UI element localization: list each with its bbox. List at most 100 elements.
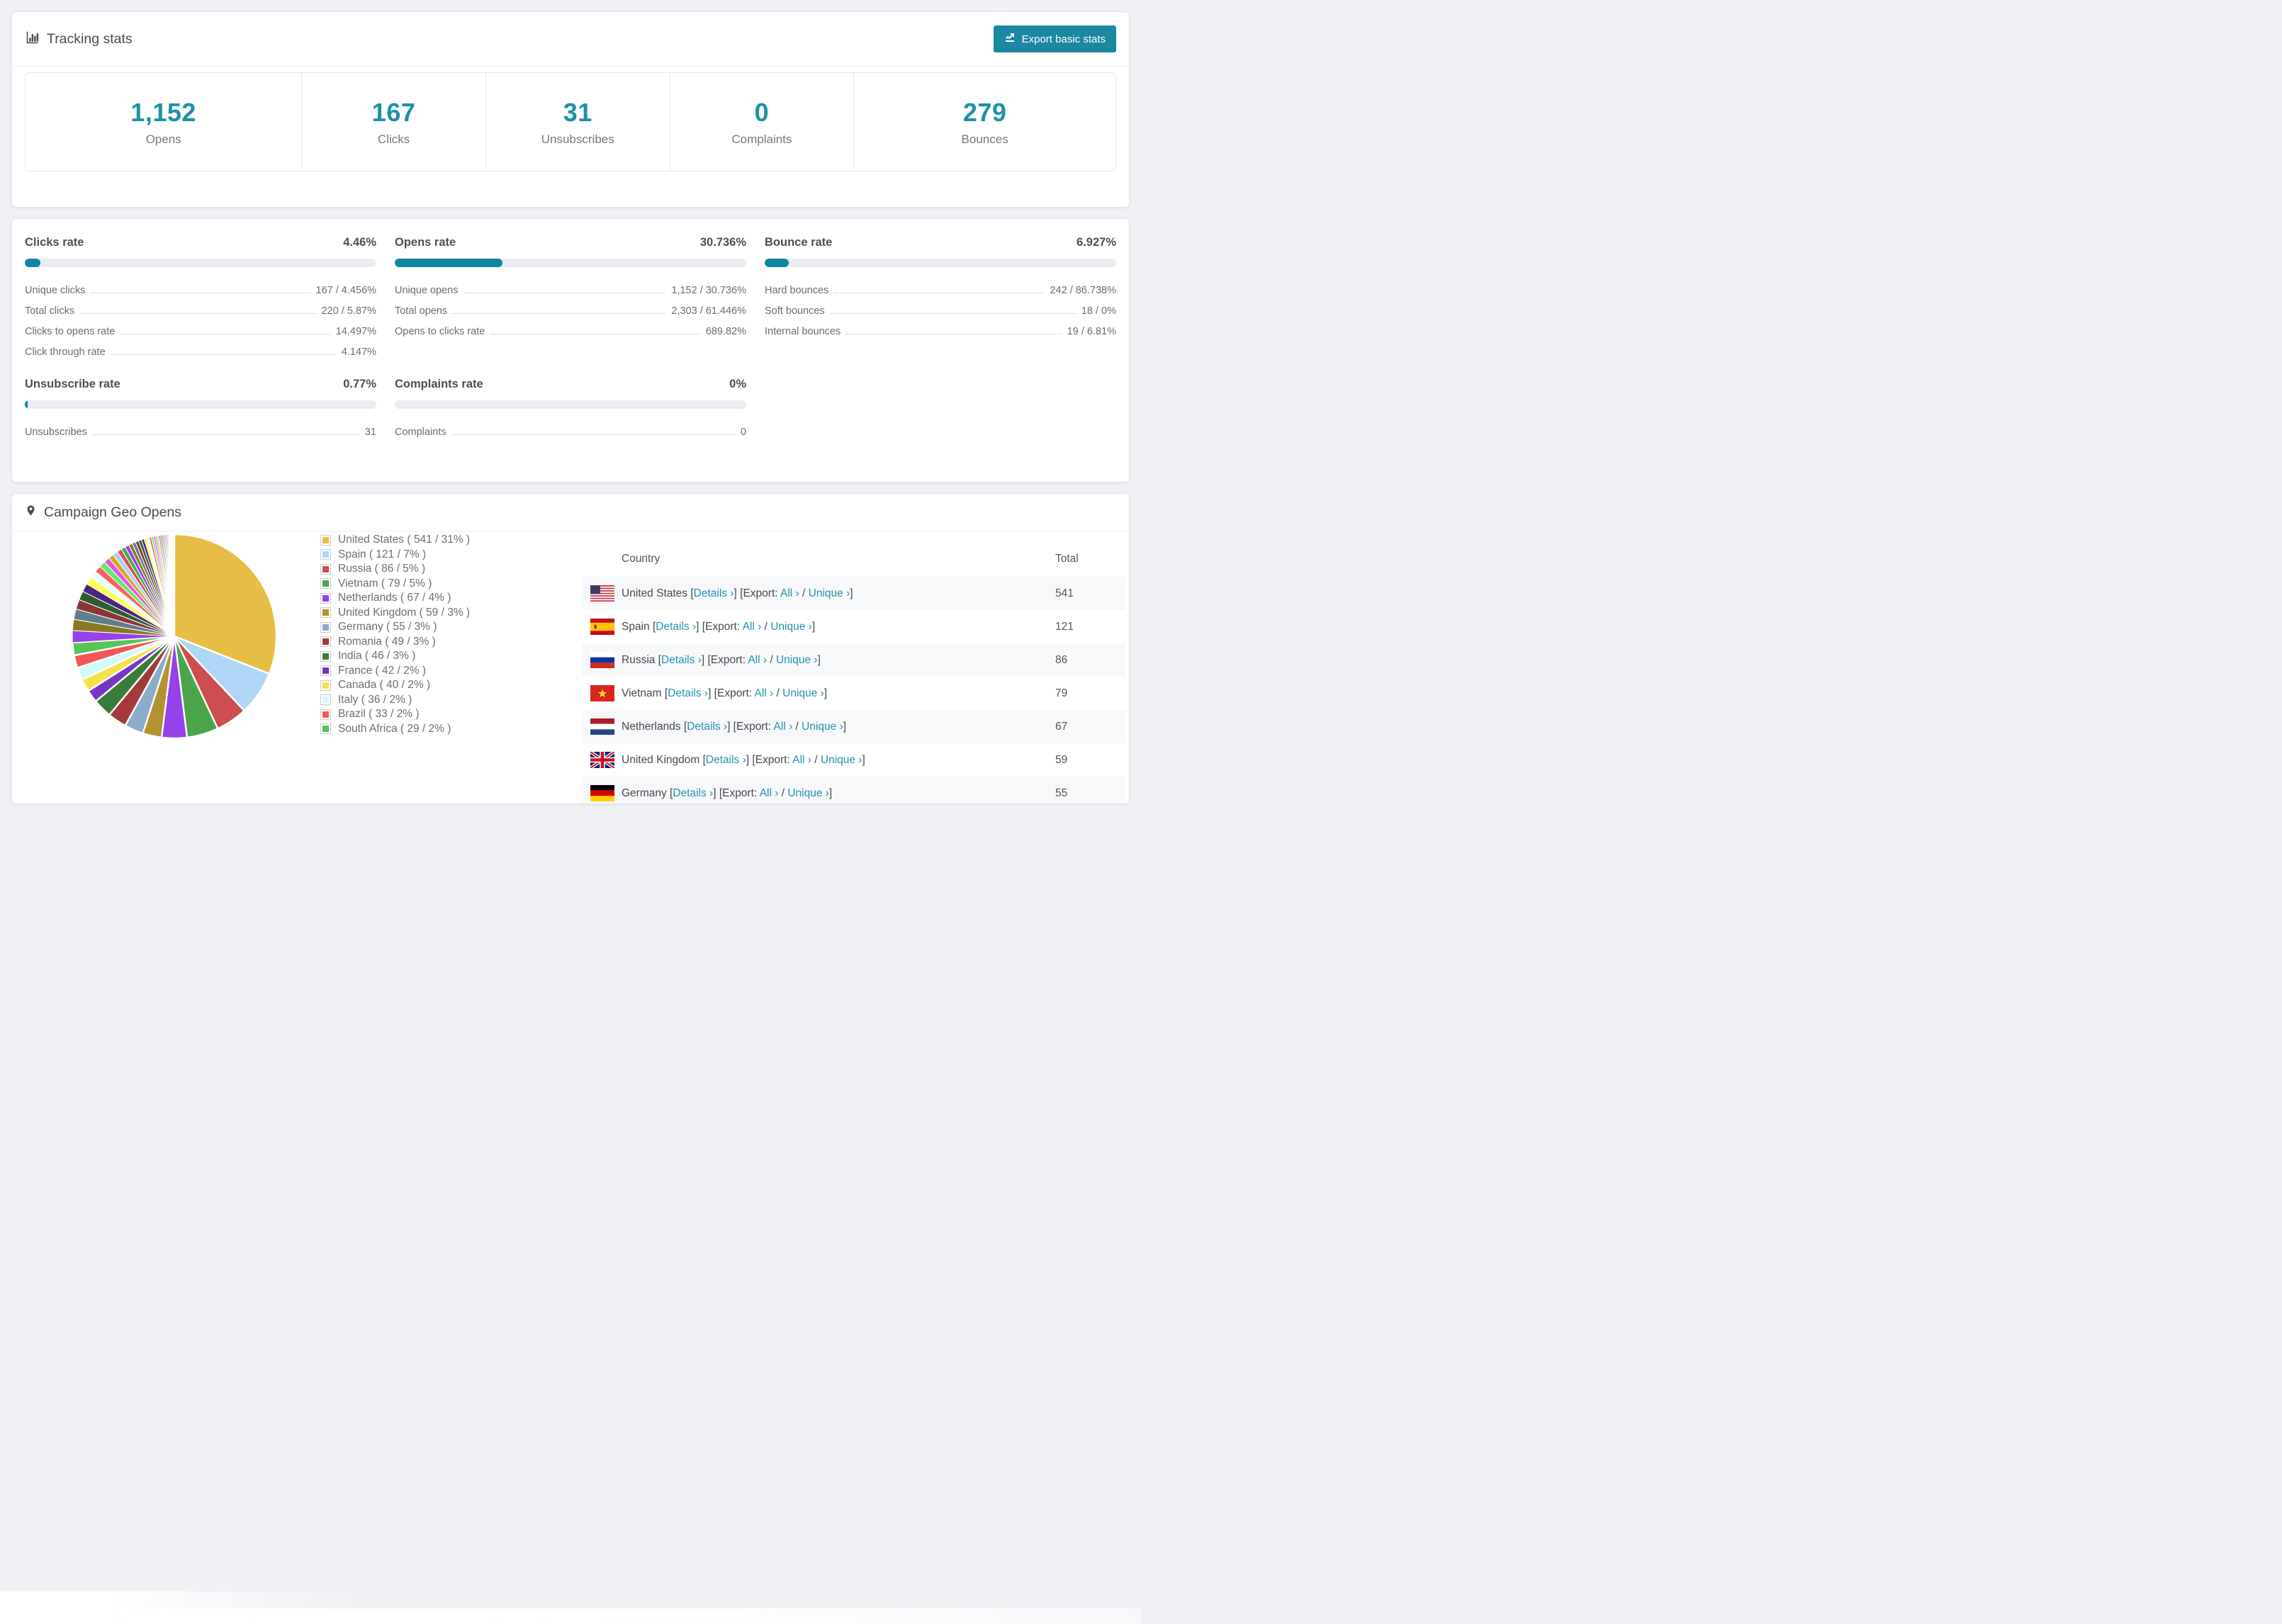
rate-block-clicks-rate: Clicks rate 4.46% Unique clicks 167 / 4.456…	[25, 236, 376, 362]
export-all-link-es[interactable]: All ›	[743, 621, 762, 633]
rate-value: 4.46%	[343, 236, 376, 249]
legend-item-netherlands[interactable]: Netherlands ( 67 / 4% )	[321, 591, 470, 606]
geo-body: United States ( 541 / 31% ) Spain ( 121 /…	[12, 531, 1129, 803]
detail-label: Total clicks	[25, 305, 75, 317]
legend-swatch	[321, 564, 330, 574]
rate-title: Opens rate	[395, 236, 456, 249]
legend-item-russia[interactable]: Russia ( 86 / 5% )	[321, 562, 470, 577]
details-link-ru[interactable]: Details ›	[661, 654, 702, 666]
export-unique-link-nl[interactable]: Unique ›	[802, 721, 843, 733]
detail-label: Opens to clicks rate	[395, 325, 485, 337]
export-unique-link-us[interactable]: Unique ›	[809, 587, 850, 599]
rate-value: 30.736%	[699, 236, 746, 249]
detail-label: Hard bounces	[765, 284, 829, 296]
legend-item-canada[interactable]: Canada ( 40 / 2% )	[321, 678, 470, 693]
legend-swatch	[321, 651, 330, 661]
legend-swatch	[321, 593, 330, 603]
country-cell: Netherlands [Details ›] [Export: All › /…	[622, 720, 847, 733]
stat-label: Complaints	[731, 132, 792, 146]
geo-opens-header: Campaign Geo Opens	[12, 494, 1129, 531]
rates-grid: Clicks rate 4.46% Unique clicks 167 / 4.456…	[12, 219, 1129, 482]
details-link-us[interactable]: Details ›	[694, 587, 734, 599]
export-unique-link-de[interactable]: Unique ›	[787, 787, 829, 799]
export-all-link-de[interactable]: All ›	[760, 787, 779, 799]
legend-item-germany[interactable]: Germany ( 55 / 3% )	[321, 620, 470, 635]
detail-value: 4.147%	[341, 346, 376, 358]
country-cell: United States [Details ›] [Export: All ›…	[622, 587, 853, 599]
export-unique-link-gb[interactable]: Unique ›	[821, 754, 862, 766]
legend-item-italy[interactable]: Italy ( 36 / 2% )	[321, 693, 470, 708]
legend-label: India ( 46 / 3% )	[338, 650, 416, 662]
ru-flag-icon	[590, 652, 614, 668]
details-link-es[interactable]: Details ›	[656, 621, 696, 633]
detail-value: 0	[740, 426, 746, 438]
export-unique-link-es[interactable]: Unique ›	[770, 621, 812, 633]
detail-value: 14.497%	[335, 325, 376, 337]
detail-label: Complaints	[395, 426, 446, 438]
legend-item-south-africa[interactable]: South Africa ( 29 / 2% )	[321, 722, 470, 737]
legend-item-brazil[interactable]: Brazil ( 33 / 2% )	[321, 707, 470, 722]
map-pin-icon	[25, 503, 37, 522]
legend-label: United Kingdom ( 59 / 3% )	[338, 606, 471, 619]
legend-item-romania[interactable]: Romania ( 49 / 3% )	[321, 635, 470, 650]
country-cell: Russia [Details ›] [Export: All › / Uniq…	[622, 653, 821, 666]
details-link-de[interactable]: Details ›	[673, 787, 713, 799]
gb-flag-icon	[590, 752, 614, 768]
vn-flag-icon	[590, 685, 614, 701]
legend-item-france[interactable]: France ( 42 / 2% )	[321, 664, 470, 679]
rate-detail-row: Total opens 2,303 / 61.446%	[395, 300, 746, 321]
stat-value: 167	[371, 97, 416, 127]
total-cell: 55	[1055, 786, 1068, 799]
pie-legend: United States ( 541 / 31% ) Spain ( 121 /…	[321, 533, 470, 736]
legend-label: Canada ( 40 / 2% )	[338, 679, 431, 692]
stat-value: 279	[962, 97, 1007, 127]
detail-label: Unique opens	[395, 284, 459, 296]
geo-table-row-es: Spain [Details ›] [Export: All › / Uniqu…	[582, 610, 1125, 643]
export-all-link-gb[interactable]: All ›	[792, 754, 811, 766]
tracking-stats-title-text: Tracking stats	[47, 30, 133, 47]
total-cell: 541	[1055, 587, 1074, 599]
details-link-nl[interactable]: Details ›	[687, 721, 727, 733]
export-unique-link-ru[interactable]: Unique ›	[776, 654, 818, 666]
stats-tiles: 1,152 Opens 167 Clicks 31 Unsubscribes 0 Compla…	[25, 72, 1116, 171]
geo-table-row-vn: Vietnam [Details ›] [Export: All › / Uni…	[582, 677, 1125, 710]
export-all-link-ru[interactable]: All ›	[748, 654, 767, 666]
legend-label: Italy ( 36 / 2% )	[338, 693, 412, 706]
rate-value: 0%	[729, 378, 746, 390]
export-icon	[1004, 32, 1016, 46]
total-cell: 121	[1055, 620, 1074, 633]
rate-detail-row: Complaints 0	[395, 422, 746, 442]
dotted-leader	[80, 312, 316, 314]
legend-item-india[interactable]: India ( 46 / 3% )	[321, 649, 470, 664]
rate-progress-bar	[25, 259, 376, 267]
legend-item-united-kingdom[interactable]: United Kingdom ( 59 / 3% )	[321, 606, 470, 621]
export-all-link-us[interactable]: All ›	[780, 587, 799, 599]
legend-label: Brazil ( 33 / 2% )	[338, 708, 420, 721]
export-unique-link-vn[interactable]: Unique ›	[782, 687, 824, 699]
tracking-stats-card: Tracking stats Export basic stats 1,152 O…	[11, 11, 1130, 208]
legend-item-united-states[interactable]: United States ( 541 / 31% )	[321, 533, 470, 548]
export-basic-stats-button[interactable]: Export basic stats	[993, 26, 1116, 52]
legend-label: Spain ( 121 / 7% )	[338, 548, 427, 560]
legend-swatch	[321, 608, 330, 618]
legend-item-spain[interactable]: Spain ( 121 / 7% )	[321, 548, 470, 563]
details-link-gb[interactable]: Details ›	[706, 754, 746, 766]
geo-table-row-ru: Russia [Details ›] [Export: All › / Uniq…	[582, 643, 1125, 677]
legend-label: Vietnam ( 79 / 5% )	[338, 577, 432, 590]
details-link-vn[interactable]: Details ›	[668, 687, 708, 699]
page: Tracking stats Export basic stats 1,152 O…	[0, 11, 1141, 804]
legend-label: Romania ( 49 / 3% )	[338, 635, 436, 648]
tracking-stats-header: Tracking stats Export basic stats	[12, 12, 1129, 66]
es-flag-icon	[590, 619, 614, 635]
legend-label: Russia ( 86 / 5% )	[338, 563, 426, 575]
export-all-link-vn[interactable]: All ›	[755, 687, 774, 699]
total-cell: 59	[1055, 753, 1068, 766]
detail-value: 31	[364, 426, 376, 438]
legend-item-vietnam[interactable]: Vietnam ( 79 / 5% )	[321, 577, 470, 592]
detail-label: Click through rate	[25, 346, 106, 358]
stat-label: Bounces	[961, 132, 1008, 146]
rate-detail-row: Click through rate 4.147%	[25, 342, 376, 362]
geo-table-row-gb: United Kingdom [Details ›] [Export: All …	[582, 743, 1125, 777]
nl-flag-icon	[590, 718, 614, 735]
export-all-link-nl[interactable]: All ›	[774, 721, 793, 733]
